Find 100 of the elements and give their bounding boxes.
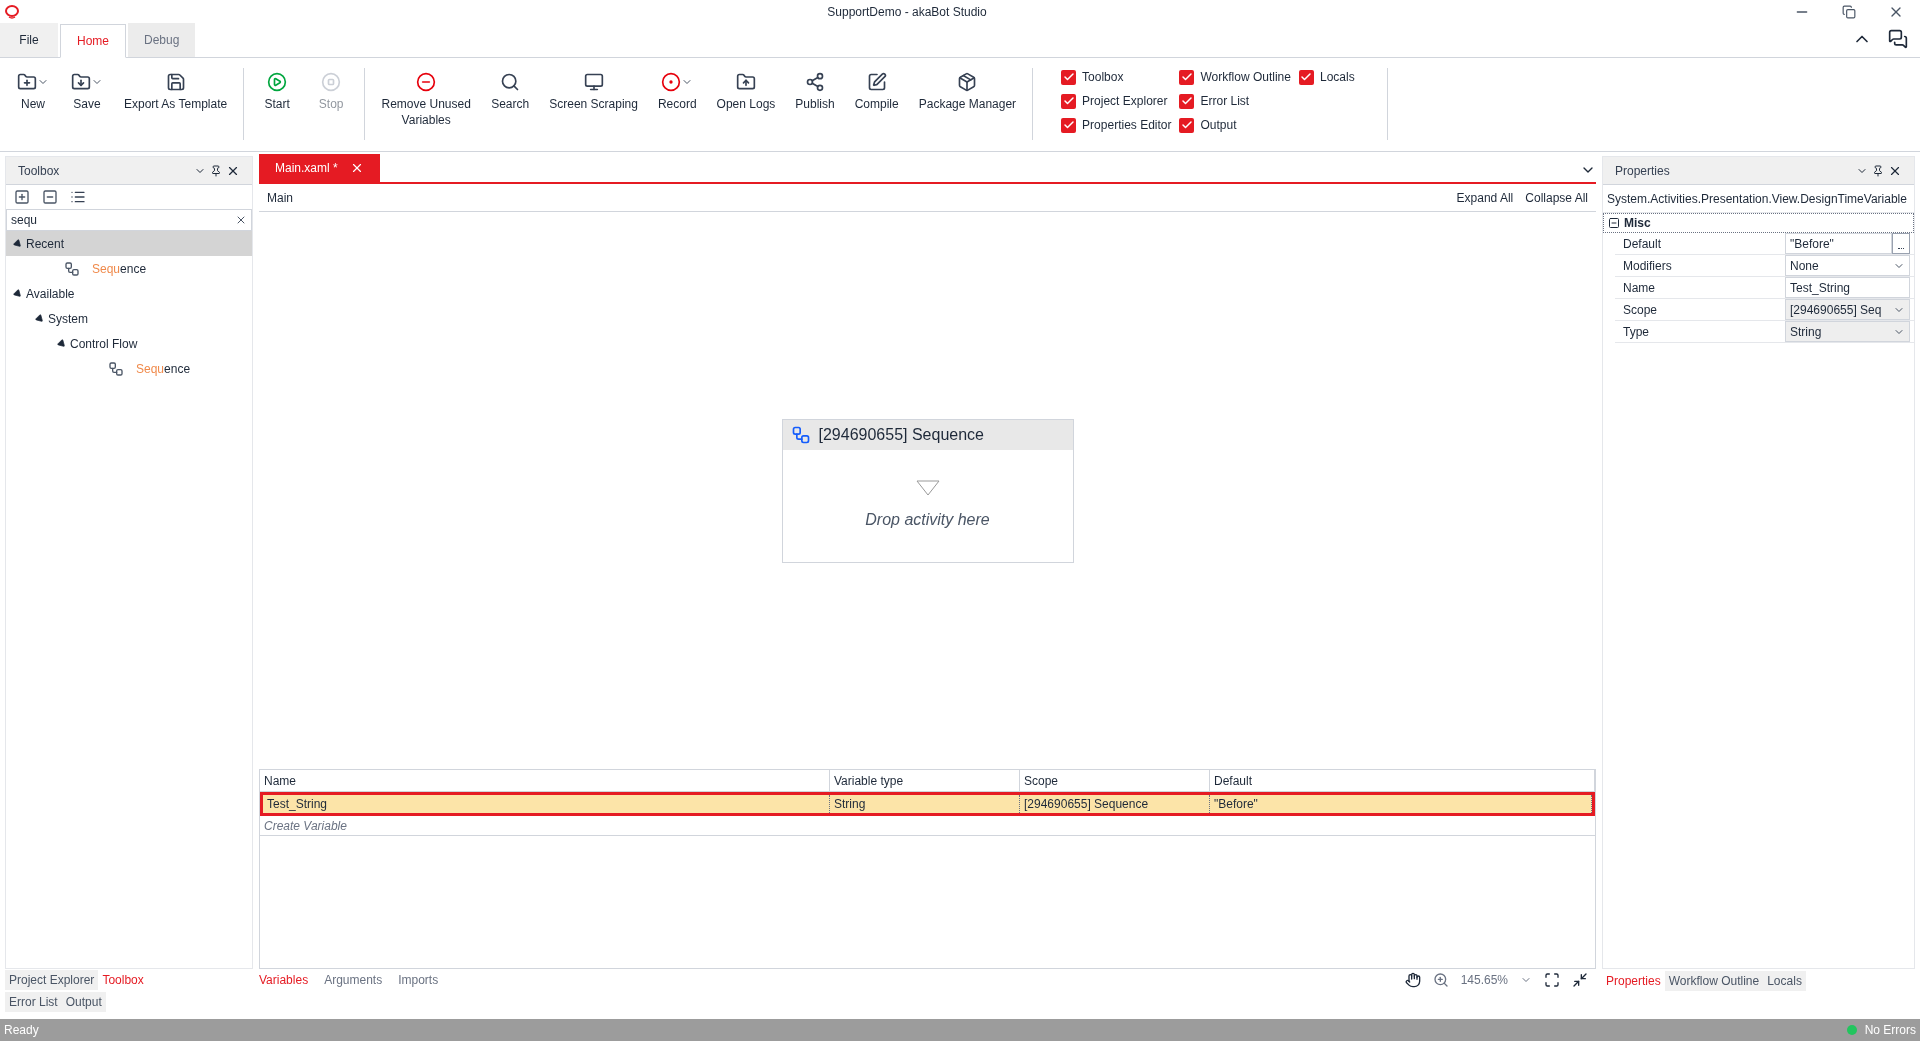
clear-icon[interactable] [235, 214, 247, 226]
checkbox[interactable] [1061, 117, 1077, 133]
ribbon-tab[interactable]: Debug [128, 23, 196, 57]
tree-item[interactable]: System [48, 309, 88, 328]
expand-all-icon[interactable] [14, 189, 30, 205]
checkbox[interactable] [1298, 69, 1314, 85]
breadcrumb[interactable]: Main [267, 188, 1445, 207]
ribbon-icon [957, 72, 978, 92]
ribbon-icon [267, 72, 288, 92]
list-view-icon[interactable] [70, 189, 86, 205]
sequence-activity-card[interactable]: [294690655] Sequence Drop activity here [781, 418, 1074, 563]
ribbon-button[interactable]: Compile [846, 68, 907, 112]
fit-to-screen-icon[interactable] [1544, 972, 1560, 988]
property-label: Default [1622, 235, 1663, 253]
ellipsis-button[interactable] [1892, 233, 1910, 254]
activity-title: [294690655] Sequence [818, 424, 984, 445]
expander-icon[interactable] [56, 337, 68, 350]
property-label: Scope [1622, 301, 1659, 319]
panel-tab[interactable]: Toolbox [98, 970, 148, 990]
zoom-icon[interactable] [1432, 972, 1449, 988]
column-header[interactable]: Scope [1020, 770, 1210, 791]
property-dropdown[interactable]: None [1785, 255, 1910, 276]
ribbon-button[interactable]: Screen Scraping [541, 68, 646, 112]
document-tab[interactable]: Main.xaml * [259, 154, 380, 182]
expander-icon[interactable] [12, 237, 24, 250]
panel-tab[interactable]: Output [61, 992, 106, 1012]
pan-icon[interactable] [1404, 972, 1421, 988]
table-cell: Test_String [263, 795, 830, 813]
ribbon-button[interactable]: Search [483, 68, 538, 112]
designer-tab[interactable]: Arguments [324, 971, 383, 989]
ribbon-button[interactable]: Save [62, 68, 112, 112]
expander-icon[interactable] [34, 312, 46, 325]
ribbon-icon [583, 72, 604, 92]
expand-all-link[interactable]: Expand All [1456, 188, 1514, 207]
tree-item[interactable]: Control Flow [70, 334, 138, 353]
ribbon-button[interactable]: Remove Unused Variables [373, 68, 480, 128]
property-field[interactable]: Test_String [1785, 277, 1910, 298]
collapse-icon[interactable] [1608, 217, 1620, 229]
collapse-all-link[interactable]: Collapse All [1525, 188, 1588, 207]
ribbon-button[interactable]: Publish [787, 68, 843, 112]
property-dropdown[interactable]: [294690655] Seq [1785, 299, 1910, 320]
checkbox[interactable] [1061, 69, 1077, 85]
property-field[interactable]: "Before" [1785, 233, 1892, 254]
ribbon-icon [500, 72, 521, 92]
tree-item[interactable]: Available [26, 284, 75, 303]
panel-tab[interactable]: Project Explorer [5, 970, 99, 990]
ribbon-button[interactable]: Start [252, 68, 303, 112]
ribbon-button[interactable]: New [8, 68, 58, 112]
ribbon-button[interactable]: Open Logs [708, 68, 784, 112]
tree-item[interactable]: Sequence [136, 359, 191, 378]
ribbon-button[interactable]: Record [649, 68, 705, 112]
variable-row[interactable]: Test_String String [294690655] Sequence "Before" [260, 792, 1595, 816]
restore-icon[interactable] [1842, 5, 1856, 19]
ribbon-icon [416, 72, 437, 92]
property-dropdown[interactable]: String [1785, 321, 1910, 342]
ribbon-icon [866, 72, 887, 92]
ribbon-tab[interactable]: Home [60, 24, 126, 58]
zoom-dropdown[interactable]: 145.65% [1460, 971, 1532, 989]
overview-icon[interactable] [1572, 972, 1588, 988]
chat-icon[interactable] [1888, 29, 1908, 49]
panel-title: Toolbox [18, 162, 61, 180]
ribbon-tab[interactable]: File [0, 23, 58, 57]
column-header[interactable]: Default [1210, 770, 1595, 791]
collapse-all-icon[interactable] [42, 189, 58, 205]
designer-tab[interactable]: Imports [398, 971, 439, 989]
tree-item[interactable]: Recent [26, 234, 65, 253]
pin-icon[interactable] [210, 164, 222, 177]
panel-tab[interactable]: Error List [5, 992, 62, 1012]
panel-tab[interactable]: Properties [1602, 971, 1665, 991]
panel-tab[interactable]: Workflow Outline [1664, 971, 1764, 991]
panel-title: Properties [1615, 162, 1671, 180]
search-field[interactable]: sequ [6, 209, 252, 231]
object-type: System.Activities.Presentation.View.DesignTimeVariable [1607, 190, 1907, 208]
window-title: SupportDemo - akaBot Studio [826, 4, 988, 21]
panel-tab[interactable]: Locals [1763, 971, 1806, 991]
ribbon-button[interactable]: Package Manager [910, 68, 1025, 112]
expander-icon[interactable] [12, 287, 24, 300]
designer-tab[interactable]: Variables [259, 971, 309, 989]
column-header[interactable]: Variable type [830, 770, 1020, 791]
ribbon-icon [321, 72, 342, 92]
ribbon-icon [71, 72, 91, 92]
property-label: Name [1622, 279, 1656, 297]
checkbox[interactable] [1179, 93, 1195, 109]
app-logo [4, 4, 20, 20]
checkbox[interactable] [1179, 117, 1195, 133]
checkbox[interactable] [1061, 93, 1077, 109]
checkbox[interactable] [1179, 69, 1195, 85]
ribbon-button[interactable]: Export As Template [116, 68, 236, 112]
property-label: Modifiers [1622, 257, 1673, 275]
sequence-activity-icon [64, 260, 80, 277]
create-variable-row[interactable]: Create Variable [264, 816, 347, 835]
pin-icon[interactable] [1872, 164, 1884, 177]
column-header[interactable]: Name [260, 770, 830, 791]
ribbon-icon [735, 72, 756, 92]
tree-item[interactable]: Sequence [92, 259, 147, 278]
error-status: No Errors [1864, 1022, 1916, 1039]
ribbon-icon [17, 72, 37, 92]
ribbon-icon [805, 72, 825, 92]
category-label: Misc [1624, 215, 1651, 232]
checkbox-label: Error List [1200, 93, 1250, 110]
